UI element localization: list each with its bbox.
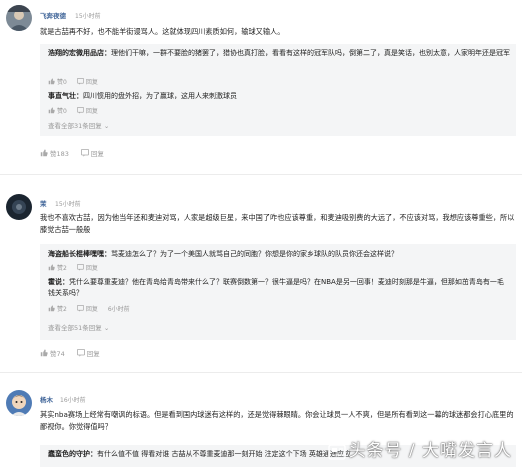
comment-username[interactable]: 茉 xyxy=(40,198,47,208)
reply-reply-button[interactable]: 回复 xyxy=(76,77,98,86)
comment-time: 15小时前 xyxy=(75,13,101,20)
reply-icon xyxy=(76,107,84,114)
like-button[interactable]: 赞183 xyxy=(40,148,69,158)
divider xyxy=(0,372,522,373)
reply-item: 海盗船长棍棒嘿嘿：骂麦迪怎么了？为了一个美国人就骂自己的同胞？你想是你的家乡球队… xyxy=(48,249,510,260)
reply-like-button[interactable]: 赞2 xyxy=(48,263,67,272)
thumb-up-icon xyxy=(40,149,48,157)
chevron-down-icon: ⌄ xyxy=(103,122,110,130)
comment-time: 16小时前 xyxy=(60,397,86,404)
reply-text: 有什么值不值 得看对谁 古喆从不尊重麦迪那一刻开始 注定这个下场 英雄通通应应 xyxy=(97,450,351,458)
avatar[interactable] xyxy=(6,390,32,416)
reply-author[interactable]: 霍说： xyxy=(48,278,69,286)
reply-text: 骂麦迪怎么了？为了一个美国人就骂自己的同胞？你想是你的家乡球队的队员你还会这样说… xyxy=(111,250,398,258)
thumb-up-icon xyxy=(48,305,55,312)
reply-reply-button[interactable]: 回复 xyxy=(76,106,98,115)
reply-icon xyxy=(76,349,85,357)
comment-time: 15小时前 xyxy=(55,201,81,208)
reply-item: 霍说：凭什么要尊重麦迪？他在青岛给青岛带来什么了？联赛倒数第一？很牛逼是吗？在N… xyxy=(48,277,510,299)
reply-meta: 赞2 回复 xyxy=(48,263,98,272)
reply-icon xyxy=(76,78,84,85)
comment-text: 就是古喆再不好，也不能羊街谩骂人。这就体现四川素质如何，输球又输人。 xyxy=(40,27,285,36)
view-all-replies-link[interactable]: 查看全部31条回复 ⌄ xyxy=(48,120,109,130)
reply-author[interactable]: 海盗船长棍棒嘿嘿： xyxy=(48,250,111,258)
comment-username[interactable]: 杨木 xyxy=(40,394,53,404)
avatar[interactable] xyxy=(6,5,32,31)
reply-meta: 赞2 回复 6小时前 xyxy=(48,304,130,313)
reply-button[interactable]: 回复 xyxy=(76,348,100,358)
comment-text: 我也不喜欢古喆，因为他当年还和麦迪对骂，人家是超级巨星，来中国了咋也应该尊重，和… xyxy=(40,213,515,234)
comment-text: 其实nba赛场上经常有嘲讽的标语。但是看到国内球迷有这样的，还是觉得棘眼睛。你会… xyxy=(40,410,514,431)
like-button[interactable]: 赞74 xyxy=(40,348,65,358)
reply-text: 凭什么要尊重麦迪？他在青岛给青岛带来什么了？联赛倒数第一？很牛逼是吗？在NBA是… xyxy=(48,278,504,297)
comment-1: 飞奔夜德 15小时前 就是古喆再不好，也不能羊街谩骂人。这就体现四川素质如何，输… xyxy=(0,0,522,168)
reply-time: 6小时前 xyxy=(107,306,130,313)
chevron-down-icon: ⌄ xyxy=(103,324,110,332)
reply-meta: 赞0 回复 xyxy=(48,77,98,86)
reply-meta: 赞0 回复 xyxy=(48,106,98,115)
comment-actions: 赞74 回复 xyxy=(40,348,100,358)
reply-like-button[interactable]: 赞0 xyxy=(48,77,67,86)
reply-author[interactable]: 浩翔的宏微用品店： xyxy=(48,49,111,57)
reply-author[interactable]: 蠢蛮色的守护： xyxy=(48,450,97,458)
reply-button[interactable]: 回复 xyxy=(80,148,104,158)
thumb-up-icon xyxy=(48,78,55,85)
reply-reply-button[interactable]: 回复 xyxy=(76,304,98,313)
reply-item: 事直气壮：四川惯用的盘外招，为了赢球，这用人来刺激球员 xyxy=(48,91,510,102)
thumb-up-icon xyxy=(48,264,55,271)
reply-box: 海盗船长棍棒嘿嘿：骂麦迪怎么了？为了一个美国人就骂自己的同胞？你想是你的家乡球队… xyxy=(40,244,516,340)
reply-author[interactable]: 事直气壮： xyxy=(48,92,83,100)
comment-username[interactable]: 飞奔夜德 xyxy=(40,10,66,20)
reply-icon xyxy=(80,149,89,157)
reply-text: 四川惯用的盘外招，为了赢球，这用人来刺激球员 xyxy=(83,92,237,100)
divider xyxy=(0,174,522,175)
reply-icon xyxy=(76,264,84,271)
comment-actions: 赞183 回复 xyxy=(40,148,104,158)
reply-like-button[interactable]: 赞2 xyxy=(48,304,67,313)
view-all-replies-link[interactable]: 查看全部51条回复 ⌄ xyxy=(48,322,109,332)
reply-text: 理他们干嘛，一群不要脸的猪罢了，猎协也真打脸，看看有这样的冠军队吗，倒第二了，真… xyxy=(111,49,510,57)
thumb-up-icon xyxy=(40,349,48,357)
reply-reply-button[interactable]: 回复 xyxy=(76,263,98,272)
reply-like-button[interactable]: 赞0 xyxy=(48,106,67,115)
reply-icon xyxy=(76,305,84,312)
watermark: 头条号 / 大嘴发言人 xyxy=(328,436,512,461)
avatar[interactable] xyxy=(6,194,32,220)
reply-box: 浩翔的宏微用品店：理他们干嘛，一群不要脸的猪罢了，猎协也真打脸，看看有这样的冠军… xyxy=(40,44,516,136)
comment-2: 茉 15小时前 我也不喜欢古喆，因为他当年还和麦迪对骂，人家是超级巨星，来中国了… xyxy=(0,186,522,362)
reply-item: 浩翔的宏微用品店：理他们干嘛，一群不要脸的猪罢了，猎协也真打脸，看看有这样的冠军… xyxy=(48,48,510,59)
toutiao-logo-icon xyxy=(328,443,347,460)
thumb-up-icon xyxy=(48,107,55,114)
